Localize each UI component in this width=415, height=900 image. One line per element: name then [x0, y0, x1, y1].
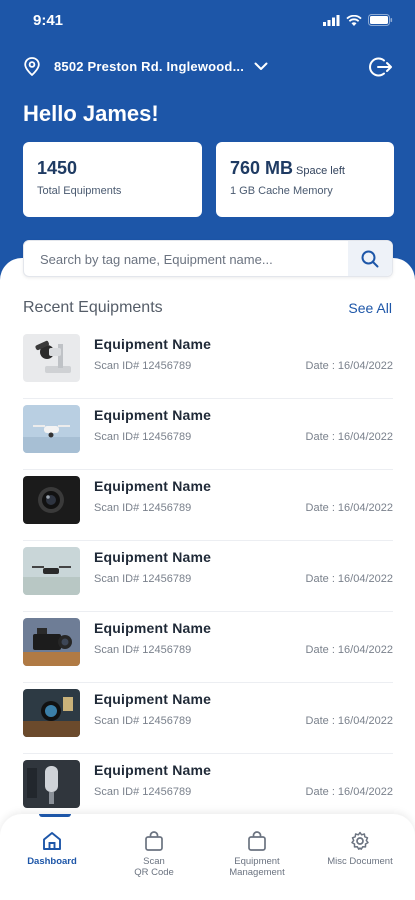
- scan-date: Date : 16/04/2022: [305, 786, 393, 798]
- equipment-name: Equipment Name: [94, 407, 212, 423]
- active-tab-indicator: [39, 814, 71, 817]
- list-item[interactable]: Equipment Name Scan ID# 12456789 Date : …: [23, 399, 393, 470]
- equipment-name: Equipment Name: [94, 620, 212, 636]
- scan-id: Scan ID# 12456789: [94, 573, 192, 585]
- equipment-thumbnail: [23, 334, 80, 382]
- scan-date: Date : 16/04/2022: [305, 715, 393, 727]
- tab-misc-document[interactable]: Misc Document: [310, 830, 410, 867]
- scan-date: Date : 16/04/2022: [305, 502, 393, 514]
- scan-id: Scan ID# 12456789: [94, 715, 192, 727]
- battery-icon: [368, 14, 393, 26]
- scan-id: Scan ID# 12456789: [94, 786, 192, 798]
- storage-card: 760 MB Space left 1 GB Cache Memory: [216, 142, 394, 217]
- equipment-name: Equipment Name: [94, 549, 212, 565]
- scan-date: Date : 16/04/2022: [305, 644, 393, 656]
- equipment-thumbnail: [23, 476, 80, 524]
- cache-label: 1 GB Cache Memory: [230, 185, 333, 197]
- chevron-down-icon: [254, 62, 268, 70]
- equipment-name: Equipment Name: [94, 691, 212, 707]
- list-item[interactable]: Equipment Name Scan ID# 12456789 Date : …: [23, 612, 393, 683]
- space-row: 760 MB Space left: [230, 158, 380, 179]
- equipment-name: Equipment Name: [94, 478, 212, 494]
- scan-date: Date : 16/04/2022: [305, 431, 393, 443]
- gear-icon: [351, 831, 369, 850]
- equipment-thumbnail: [23, 547, 80, 595]
- bag-icon: [145, 831, 163, 851]
- equipment-name: Equipment Name: [94, 336, 212, 352]
- see-all-link[interactable]: See All: [348, 300, 392, 316]
- equipments-label: Total Equipments: [37, 185, 122, 197]
- tab-label: Equipment Management: [229, 856, 285, 878]
- total-equipments-card: 1450 Total Equipments: [23, 142, 202, 217]
- tab-label: Dashboard: [27, 856, 77, 867]
- equipment-list: Equipment Name Scan ID# 12456789 Date : …: [23, 328, 393, 825]
- equipment-thumbnail: [23, 760, 80, 808]
- bottom-tab-bar: Dashboard Scan QR Code Equipment Managem…: [0, 814, 415, 900]
- list-item[interactable]: Equipment Name Scan ID# 12456789 Date : …: [23, 328, 393, 399]
- tab-equipment-management[interactable]: Equipment Management: [207, 830, 307, 878]
- scan-id: Scan ID# 12456789: [94, 644, 192, 656]
- equipments-count: 1450: [37, 158, 78, 178]
- list-item[interactable]: Equipment Name Scan ID# 12456789 Date : …: [23, 541, 393, 612]
- bag-icon: [248, 831, 266, 851]
- logout-icon: [369, 57, 392, 77]
- wifi-icon: [346, 14, 362, 26]
- equipment-name: Equipment Name: [94, 762, 212, 778]
- space-suffix: Space left: [296, 165, 345, 177]
- status-icons: [323, 14, 393, 26]
- location-text: 8502 Preston Rd. Inglewood...: [54, 59, 245, 74]
- search-input[interactable]: Search by tag name, Equipment name...: [23, 240, 393, 277]
- signal-icon: [323, 14, 340, 26]
- list-item[interactable]: Equipment Name Scan ID# 12456789 Date : …: [23, 683, 393, 754]
- tab-dashboard[interactable]: Dashboard: [2, 814, 102, 867]
- equipment-thumbnail: [23, 689, 80, 737]
- location-selector[interactable]: 8502 Preston Rd. Inglewood...: [24, 57, 268, 76]
- equipment-thumbnail: [23, 405, 80, 453]
- logout-button[interactable]: [369, 56, 393, 83]
- search-button[interactable]: [348, 241, 392, 276]
- list-item[interactable]: Equipment Name Scan ID# 12456789 Date : …: [23, 470, 393, 541]
- home-icon: [43, 832, 61, 850]
- status-bar: 9:41: [0, 0, 415, 44]
- scan-id: Scan ID# 12456789: [94, 502, 192, 514]
- location-pin-icon: [24, 57, 40, 76]
- status-time: 9:41: [33, 12, 64, 29]
- scan-id: Scan ID# 12456789: [94, 431, 192, 443]
- tab-label: Misc Document: [327, 856, 393, 867]
- tab-scan-qr-code[interactable]: Scan QR Code: [104, 830, 204, 878]
- equipment-thumbnail: [23, 618, 80, 666]
- search-placeholder: Search by tag name, Equipment name...: [40, 252, 273, 267]
- space-value: 760 MB: [230, 158, 294, 178]
- greeting: Hello James!: [23, 101, 159, 126]
- scan-date: Date : 16/04/2022: [305, 360, 393, 372]
- recent-equipments-title: Recent Equipments: [23, 299, 163, 316]
- search-icon: [361, 250, 379, 267]
- scan-date: Date : 16/04/2022: [305, 573, 393, 585]
- tab-label: Scan QR Code: [134, 856, 174, 878]
- scan-id: Scan ID# 12456789: [94, 360, 192, 372]
